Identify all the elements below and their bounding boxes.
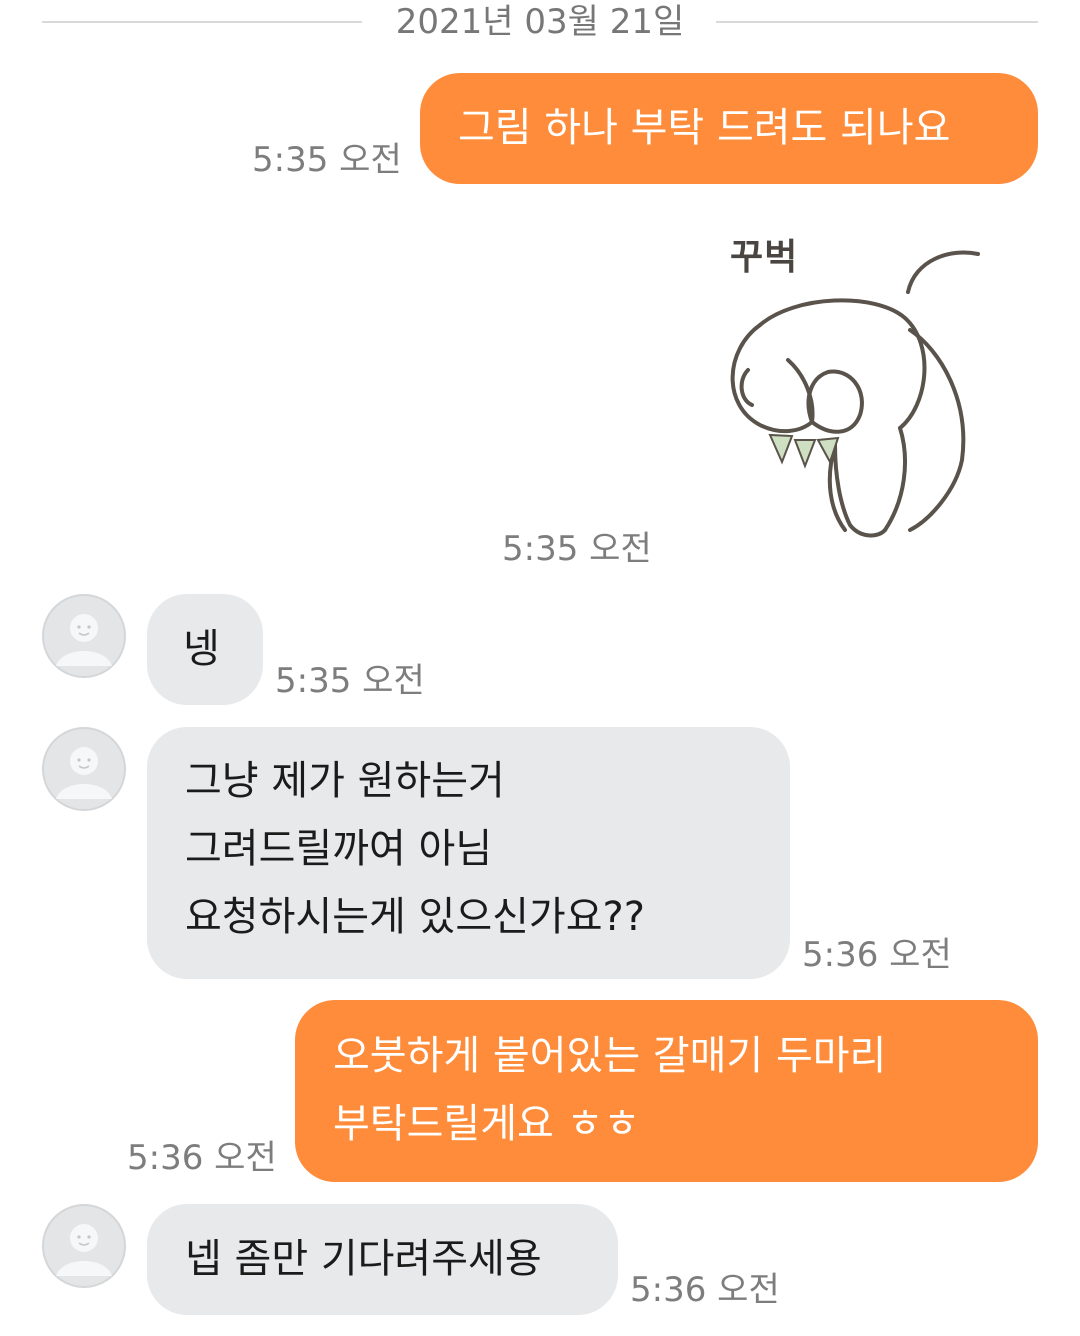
incoming-message-bubble[interactable]: 넹: [147, 594, 263, 705]
message-text: 부탁드릴게요 ㅎㅎ: [333, 1101, 641, 1147]
outgoing-message-bubble[interactable]: 그림 하나 부탁 드려도 되나요: [420, 73, 1038, 184]
avatar[interactable]: [42, 727, 126, 811]
default-profile-icon: [42, 1204, 126, 1288]
message-time: 5:35 오전: [252, 140, 402, 180]
sticker-caption: 꾸벅: [730, 237, 799, 278]
date-divider: 2021년 03월 21일: [42, 0, 1038, 44]
message-text: 넹: [183, 626, 220, 672]
outgoing-message-bubble[interactable]: 오붓하게 붙어있는 갈매기 두마리 부탁드릴게요 ㅎㅎ: [295, 1000, 1038, 1182]
date-label: 2021년 03월 21일: [395, 2, 685, 42]
message-text: 그림 하나 부탁 드려도 되나요: [458, 105, 951, 151]
message-text: 그냥 제가 원하는거: [185, 758, 505, 804]
message-time: 5:35 오전: [275, 661, 425, 701]
message-time: 5:36 오전: [802, 935, 952, 975]
default-profile-icon: [42, 727, 126, 811]
message-text: 넵 좀만 기다려주세용: [185, 1236, 542, 1282]
sticker-message[interactable]: 꾸벅: [700, 200, 1000, 540]
divider-line-right: [716, 21, 1038, 23]
message-time: 5:36 오전: [630, 1270, 780, 1310]
message-text: 오붓하게 붙어있는 갈매기 두마리: [333, 1033, 887, 1079]
incoming-message-bubble[interactable]: 넵 좀만 기다려주세용: [147, 1204, 618, 1315]
message-text: 그려드릴까여 아님: [185, 826, 493, 872]
avatar[interactable]: [42, 594, 126, 678]
default-profile-icon: [42, 594, 126, 678]
message-text: 요청하시는게 있으신가요??: [185, 894, 645, 940]
message-time: 5:36 오전: [127, 1138, 277, 1178]
divider-line-left: [42, 21, 362, 23]
message-time: 5:35 오전: [502, 529, 652, 569]
avatar[interactable]: [42, 1204, 126, 1288]
incoming-message-bubble[interactable]: 그냥 제가 원하는거 그려드릴까여 아님 요청하시는게 있으신가요??: [147, 727, 790, 979]
